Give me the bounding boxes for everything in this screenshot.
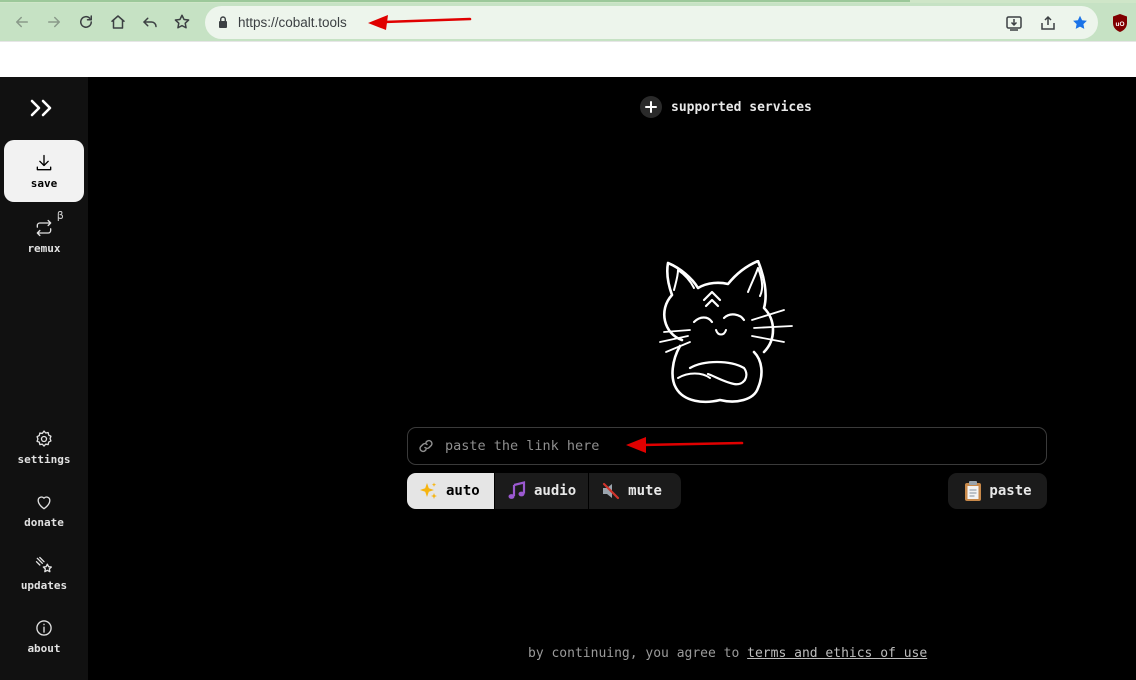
mode-auto-label: auto xyxy=(446,483,480,499)
sidebar-item-settings[interactable]: settings xyxy=(4,416,84,478)
svg-text:uO: uO xyxy=(1115,21,1124,28)
arrow-right-icon xyxy=(48,16,60,28)
supported-services-button[interactable]: supported services xyxy=(640,96,812,118)
reload-button[interactable] xyxy=(73,9,99,35)
remux-icon xyxy=(36,219,52,236)
sidebar-item-label: save xyxy=(30,176,58,190)
heart-icon xyxy=(37,495,51,509)
cat-mascot-icon xyxy=(659,260,793,404)
sparkles-icon xyxy=(420,482,437,499)
sidebar-item-label: about xyxy=(27,641,61,655)
sidebar-item-donate[interactable]: donate xyxy=(4,479,84,541)
sidebar-item-label: remux xyxy=(27,241,61,255)
browser-toolbar: https://cobalt.tools uO xyxy=(0,3,1136,41)
back-button[interactable] xyxy=(9,9,35,35)
mode-audio-button[interactable]: audio xyxy=(495,473,590,509)
terms-footer: by continuing, you agree to terms and et… xyxy=(528,646,927,661)
download-icon xyxy=(36,154,52,170)
mode-audio-label: audio xyxy=(534,483,577,499)
sidebar-item-updates[interactable]: updates xyxy=(4,542,84,604)
forward-button[interactable] xyxy=(41,9,67,35)
arrow-left-icon xyxy=(16,16,28,28)
mode-auto-button[interactable]: auto xyxy=(407,473,495,509)
beta-badge: β xyxy=(57,209,64,222)
cobalt-page: save remux β settings donate updates abo… xyxy=(0,77,1136,680)
supported-services-label: supported services xyxy=(671,99,812,115)
star-outline-icon xyxy=(174,14,190,29)
annotation-arrow-icon xyxy=(368,15,472,30)
terms-link[interactable]: terms and ethics of use xyxy=(747,646,927,661)
footer-text: by continuing, you agree to xyxy=(528,646,740,661)
url-text[interactable]: https://cobalt.tools xyxy=(238,15,347,30)
sidebar-item-about[interactable]: about xyxy=(4,605,84,667)
stars-icon xyxy=(35,556,52,572)
undo-button[interactable] xyxy=(137,9,163,35)
music-notes-icon xyxy=(508,481,526,499)
ublock-extension-icon[interactable]: uO xyxy=(1111,13,1129,33)
gear-icon xyxy=(36,429,52,447)
info-icon xyxy=(36,619,52,636)
share-icon[interactable] xyxy=(1039,14,1057,32)
main-content: supported services paste the link here a… xyxy=(88,77,1136,680)
bookmarks-area xyxy=(0,41,1136,77)
clipboard-icon xyxy=(965,481,982,501)
reload-icon xyxy=(80,15,92,28)
muted-speaker-icon xyxy=(603,482,620,500)
install-app-icon[interactable] xyxy=(1005,14,1023,32)
sidebar-item-label: donate xyxy=(24,515,64,529)
plus-icon xyxy=(640,96,662,118)
bookmark-button[interactable] xyxy=(169,9,195,35)
sidebar: save remux β settings donate updates abo… xyxy=(0,77,88,680)
undo-icon xyxy=(143,17,157,28)
star-filled-icon[interactable] xyxy=(1071,14,1089,32)
address-bar[interactable]: https://cobalt.tools xyxy=(205,6,1098,39)
sidebar-item-label: updates xyxy=(20,578,68,592)
cobalt-logo-icon[interactable] xyxy=(30,99,58,117)
home-button[interactable] xyxy=(105,9,131,35)
mode-mute-button[interactable]: mute xyxy=(589,473,674,509)
lock-icon xyxy=(219,16,227,28)
sidebar-item-remux[interactable]: remux β xyxy=(4,205,84,267)
sidebar-item-save[interactable]: save xyxy=(4,140,84,202)
mode-mute-label: mute xyxy=(628,483,662,499)
link-input-placeholder: paste the link here xyxy=(445,438,600,454)
paste-button[interactable]: paste xyxy=(948,473,1047,509)
sidebar-item-label: settings xyxy=(17,452,71,466)
home-icon xyxy=(111,15,125,29)
annotation-arrow-icon xyxy=(626,437,744,453)
download-mode-switcher: auto audio mute xyxy=(407,473,681,509)
paste-label: paste xyxy=(989,483,1032,499)
link-icon xyxy=(419,439,433,453)
